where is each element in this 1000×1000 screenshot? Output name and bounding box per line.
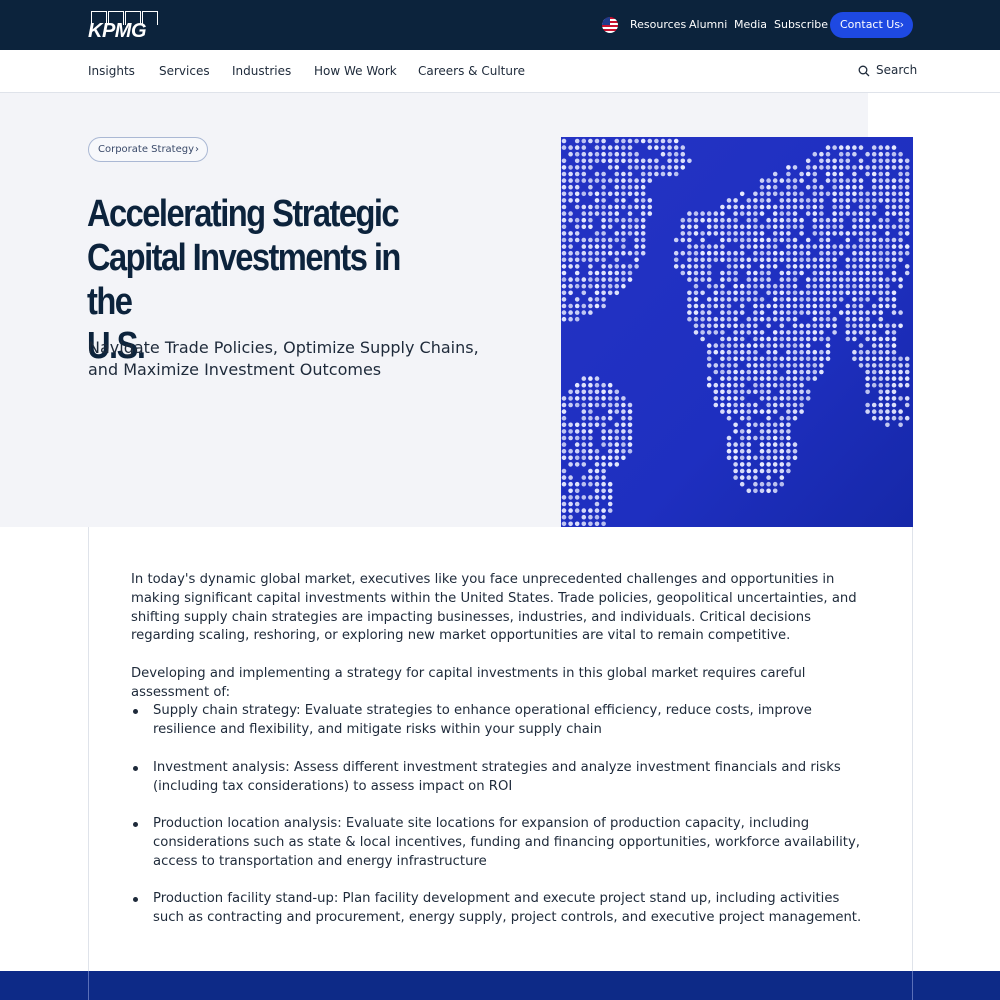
bullet-icon bbox=[133, 822, 138, 827]
topic-chip-label: Corporate Strategy bbox=[98, 144, 195, 155]
top-utility-bar: KPMG Resources Alumni Media Subscribe Co… bbox=[0, 0, 1000, 50]
bullet-icon bbox=[133, 709, 138, 714]
footer-band bbox=[0, 971, 1000, 1000]
list-item-text: Production location analysis: Evaluate s… bbox=[153, 816, 860, 869]
nav-item-how-we-work[interactable]: How We Work bbox=[314, 64, 397, 78]
resources-link[interactable]: Resources bbox=[630, 18, 686, 31]
world-map-dots-image bbox=[561, 137, 913, 527]
nav-item-industries[interactable]: Industries bbox=[232, 64, 291, 78]
kpmg-logo[interactable]: KPMG bbox=[88, 11, 160, 42]
contact-us-label: Contact Us bbox=[840, 18, 901, 31]
list-item-text: Production facility stand-up: Plan facil… bbox=[153, 891, 862, 925]
chevron-right-icon: › bbox=[899, 18, 904, 31]
nav-item-careers-culture[interactable]: Careers & Culture bbox=[418, 64, 525, 78]
search-label: Search bbox=[876, 63, 918, 77]
chevron-right-icon: › bbox=[195, 144, 199, 155]
page-subtitle: Navigate Trade Policies, Optimize Supply… bbox=[88, 338, 479, 379]
nav-item-services[interactable]: Services bbox=[159, 64, 210, 78]
alumni-link[interactable]: Alumni bbox=[689, 18, 727, 31]
main-navigation: Insights Services Industries How We Work… bbox=[0, 50, 1000, 93]
nav-item-insights[interactable]: Insights bbox=[88, 64, 135, 78]
contact-us-button[interactable]: Contact Us › bbox=[830, 12, 913, 38]
bullet-icon bbox=[133, 766, 138, 771]
media-link[interactable]: Media bbox=[734, 18, 767, 31]
topic-chip[interactable]: Corporate Strategy › bbox=[88, 137, 208, 162]
logo-text: KPMG bbox=[88, 20, 147, 42]
list-item-text: Supply chain strategy: Evaluate strategi… bbox=[153, 703, 812, 737]
us-flag-icon[interactable] bbox=[602, 17, 618, 33]
title-line-1: Accelerating Strategic bbox=[87, 193, 400, 235]
subscribe-link[interactable]: Subscribe bbox=[774, 18, 828, 31]
title-line-2: Capital Investments in the bbox=[87, 237, 401, 323]
intro-paragraph: In today's dynamic global market, execut… bbox=[131, 572, 857, 644]
lead-paragraph: Developing and implementing a strategy f… bbox=[131, 666, 806, 700]
search-icon bbox=[858, 65, 870, 77]
bullet-icon bbox=[133, 897, 138, 902]
list-item-text: Investment analysis: Assess different in… bbox=[153, 760, 841, 794]
